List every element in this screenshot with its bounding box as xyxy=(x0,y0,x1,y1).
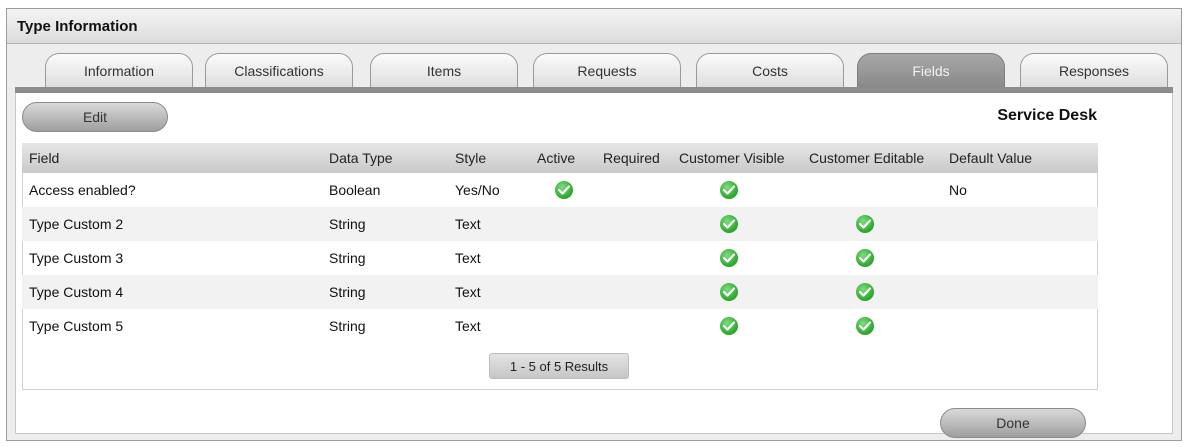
cell-field: Type Custom 2 xyxy=(22,207,322,241)
cell-field: Type Custom 3 xyxy=(29,250,124,266)
tab-costs[interactable]: Costs xyxy=(696,53,844,87)
cell-customer-editable xyxy=(802,241,942,275)
cell-customer-visible xyxy=(672,173,802,207)
cell-default-value: No xyxy=(949,182,967,198)
column-header-customer-visible[interactable]: Customer Visible xyxy=(672,143,802,173)
cell-active xyxy=(530,275,596,309)
cell-customer-visible xyxy=(672,207,802,241)
table-row[interactable]: Type Custom 2 String Text xyxy=(22,207,1098,241)
organization-name: Service Desk xyxy=(997,107,1097,124)
cell-default-value xyxy=(942,241,1098,275)
check-icon xyxy=(856,215,874,234)
check-icon xyxy=(720,181,738,200)
cell-field: Type Custom 5 xyxy=(29,318,124,334)
cell-data-type: Boolean xyxy=(329,182,381,198)
fields-content: Edit Service Desk Field Data Type Style … xyxy=(15,93,1173,438)
fields-table: Field Data Type Style Active Required Cu… xyxy=(22,143,1098,390)
cell-data-type: String xyxy=(329,250,366,266)
cell-customer-visible xyxy=(672,275,802,309)
cell-customer-visible xyxy=(672,241,802,275)
cell-customer-editable xyxy=(802,275,942,309)
column-header-customer-editable[interactable]: Customer Editable xyxy=(802,143,942,173)
table-row[interactable]: Type Custom 3 String Text xyxy=(22,241,1098,275)
tab-classifications[interactable]: Classifications xyxy=(205,53,353,87)
done-button[interactable]: Done xyxy=(940,408,1086,438)
type-information-panel: Type Information Information Classificat… xyxy=(6,8,1182,441)
cell-style: Yes/No xyxy=(455,182,500,198)
check-icon xyxy=(856,317,874,336)
table-header-row: Field Data Type Style Active Required Cu… xyxy=(22,143,1098,173)
cell-default-value xyxy=(942,275,1098,309)
cell-required xyxy=(596,207,672,241)
cell-style: Text xyxy=(455,318,481,334)
cell-data-type: String xyxy=(322,275,448,309)
cell-active xyxy=(530,207,596,241)
cell-default-value xyxy=(942,309,1098,343)
cell-style: Text xyxy=(448,207,530,241)
cell-default-value xyxy=(942,207,1098,241)
edit-button[interactable]: Edit xyxy=(22,102,168,132)
check-icon xyxy=(720,283,738,302)
cell-customer-visible xyxy=(672,309,802,343)
column-header-default-value[interactable]: Default Value xyxy=(942,143,1098,173)
panel-header: Type Information xyxy=(7,9,1181,44)
cell-style: Text xyxy=(455,250,481,266)
column-header-data-type[interactable]: Data Type xyxy=(322,143,448,173)
cell-data-type: String xyxy=(322,207,448,241)
cell-active xyxy=(530,173,596,207)
cell-customer-editable xyxy=(802,173,942,207)
cell-field: Access enabled? xyxy=(29,182,136,198)
check-icon xyxy=(720,215,738,234)
pagination-summary: 1 - 5 of 5 Results xyxy=(489,353,629,379)
cell-data-type: String xyxy=(329,318,366,334)
cell-required xyxy=(596,275,672,309)
tab-requests[interactable]: Requests xyxy=(533,53,681,87)
tab-items[interactable]: Items xyxy=(370,53,518,87)
cell-style: Text xyxy=(448,275,530,309)
column-header-style[interactable]: Style xyxy=(448,143,530,173)
cell-required xyxy=(596,173,672,207)
check-icon xyxy=(555,181,573,200)
check-icon xyxy=(856,283,874,302)
cell-customer-editable xyxy=(802,207,942,241)
tab-fields[interactable]: Fields xyxy=(857,53,1005,87)
cell-active xyxy=(530,241,596,275)
check-icon xyxy=(720,249,738,268)
column-header-required[interactable]: Required xyxy=(596,143,672,173)
column-header-field[interactable]: Field xyxy=(22,143,322,173)
tab-information[interactable]: Information xyxy=(45,53,193,87)
cell-required xyxy=(596,309,672,343)
column-header-active[interactable]: Active xyxy=(530,143,596,173)
tab-bar: Information Classifications Items Reques… xyxy=(7,53,1181,91)
table-row[interactable]: Type Custom 4 String Text xyxy=(22,275,1098,309)
tab-responses[interactable]: Responses xyxy=(1020,53,1168,87)
cell-required xyxy=(596,241,672,275)
cell-active xyxy=(530,309,596,343)
panel-title: Type Information xyxy=(17,18,138,35)
table-row[interactable]: Access enabled? Boolean Yes/No No xyxy=(22,173,1098,207)
check-icon xyxy=(720,317,738,336)
cell-customer-editable xyxy=(802,309,942,343)
cell-field: Type Custom 4 xyxy=(22,275,322,309)
table-row[interactable]: Type Custom 5 String Text xyxy=(22,309,1098,343)
check-icon xyxy=(856,249,874,268)
